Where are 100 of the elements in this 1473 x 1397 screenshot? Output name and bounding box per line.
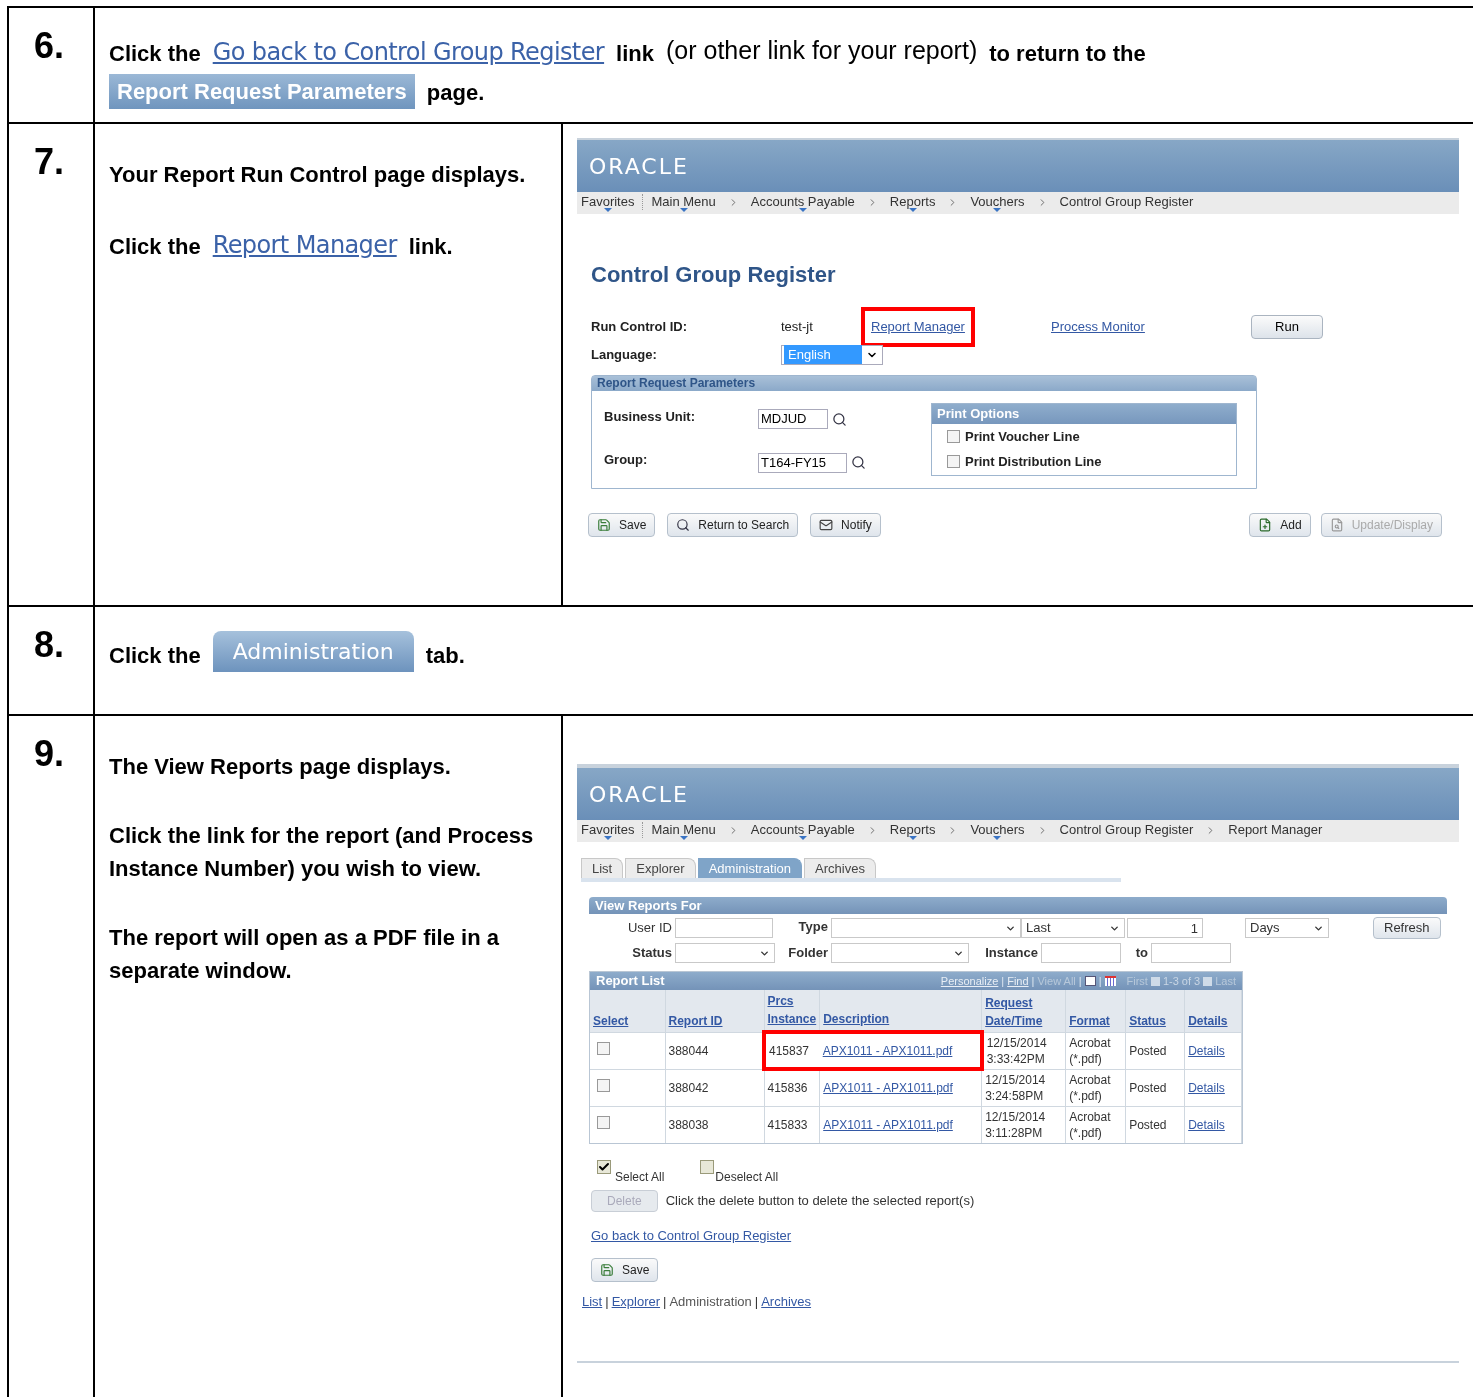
separator: | <box>1031 973 1035 989</box>
breadcrumb-item[interactable]: Reports <box>889 192 936 212</box>
checkbox[interactable] <box>700 1160 715 1174</box>
input-field[interactable]: 1 <box>1127 918 1203 938</box>
run-button[interactable]: Run <box>1251 314 1323 339</box>
link[interactable]: Report Manager <box>212 227 397 263</box>
dropdown-icon <box>908 208 917 212</box>
checkbox-label: Print Distribution Line <box>965 453 1102 471</box>
input-field[interactable] <box>1151 943 1231 963</box>
link[interactable]: Explorer <box>611 1291 661 1311</box>
table-cell: Acrobat (*.pdf) <box>1065 1069 1126 1106</box>
column-header[interactable]: Request Date/Time <box>981 990 1066 1032</box>
table-cell: Acrobat (*.pdf) <box>1065 1106 1126 1143</box>
breadcrumb-item[interactable]: Control Group Register <box>1059 192 1194 212</box>
input-field[interactable]: MDJUD <box>758 409 828 430</box>
first-label: First <box>1126 973 1148 989</box>
breadcrumb-item[interactable]: Accounts Payable <box>750 192 855 212</box>
dropdown[interactable]: Last <box>1021 918 1125 938</box>
page-title: Control Group Register <box>591 261 837 289</box>
checkbox-label: Print Voucher Line <box>965 427 1080 446</box>
separator: | <box>754 1292 759 1311</box>
instruction-text: link. <box>408 233 453 261</box>
column-header[interactable]: Details <box>1184 990 1242 1032</box>
breadcrumb-item[interactable]: Vouchers <box>970 820 1025 840</box>
instruction-text: The View Reports page displays. <box>109 753 451 781</box>
column-header[interactable]: Report ID <box>665 990 764 1032</box>
step-number: 9. <box>34 733 65 774</box>
toolbar-button[interactable]: Save <box>588 512 656 537</box>
toolbar-button[interactable]: Add <box>1249 512 1311 537</box>
logo: ORACLE <box>589 152 689 181</box>
link[interactable]: APX1011 - APX1011.pdf <box>823 1117 953 1132</box>
table-cell: Posted <box>1125 1106 1185 1143</box>
field-label: Folder <box>787 944 829 963</box>
link[interactable]: Report Manager <box>861 307 975 347</box>
table-cell: Acrobat (*.pdf) <box>1065 1032 1126 1069</box>
column-header[interactable]: Format <box>1065 990 1126 1032</box>
instruction-text: Click the <box>109 642 201 670</box>
breadcrumb-item[interactable]: Vouchers <box>970 192 1025 212</box>
separator: | <box>663 1292 667 1311</box>
column-header[interactable]: Prcs Instance <box>764 990 820 1032</box>
link[interactable]: Details <box>1188 1043 1225 1058</box>
breadcrumb-item[interactable]: Accounts Payable <box>750 820 855 840</box>
refresh-button[interactable]: Refresh <box>1373 917 1441 939</box>
panel-header: View Reports For <box>589 897 1447 914</box>
instruction-text: Click the link for the report (and Process Instance Number) you wish to view. <box>109 822 535 883</box>
checkbox[interactable] <box>947 455 960 469</box>
checkbox-label: Deselect All <box>715 1169 779 1186</box>
grid-title: Report List <box>596 972 665 991</box>
checkbox[interactable] <box>597 1078 610 1092</box>
checkbox[interactable] <box>597 1160 611 1174</box>
instruction-text: link <box>616 39 654 68</box>
checkbox[interactable] <box>947 429 960 443</box>
zoom-icon[interactable] <box>1084 976 1096 986</box>
breadcrumb-item[interactable]: Favorites <box>581 820 635 840</box>
link[interactable]: APX1011 - APX1011.pdf <box>823 1081 953 1096</box>
save-icon <box>600 1262 614 1277</box>
dropdown-icon <box>908 836 917 840</box>
search-icon[interactable] <box>831 411 847 427</box>
dropdown-icon <box>798 836 807 840</box>
link[interactable]: Go back to Control Group Register <box>212 33 605 70</box>
breadcrumb-item[interactable]: Main Menu <box>651 192 716 212</box>
breadcrumb-item[interactable]: Control Group Register <box>1059 820 1194 840</box>
input-field[interactable] <box>675 918 773 938</box>
tab[interactable]: Explorer <box>625 858 696 878</box>
breadcrumb-item[interactable]: Report Manager <box>1228 820 1323 840</box>
column-header[interactable]: Status <box>1125 990 1185 1032</box>
dropdown-icon <box>603 208 612 212</box>
link[interactable]: Archives <box>761 1291 812 1311</box>
dropdown[interactable]: Days <box>1245 918 1329 938</box>
instruction-text: to return to the <box>989 39 1146 68</box>
field-label: Language: <box>591 345 658 364</box>
link[interactable]: Go back to Control Group Register <box>591 1226 1445 1246</box>
table-cell: 388044 <box>665 1032 764 1069</box>
download-icon[interactable] <box>1104 976 1116 986</box>
logo: ORACLE <box>589 780 689 809</box>
tab[interactable]: Archives <box>804 858 876 878</box>
toolbar-button[interactable]: Save <box>591 1257 659 1282</box>
breadcrumb-item[interactable]: Main Menu <box>651 820 716 840</box>
column-header[interactable]: Description <box>819 990 982 1032</box>
toolbar-button[interactable]: Notify <box>810 512 881 537</box>
search-icon[interactable] <box>851 455 867 471</box>
breadcrumb-item[interactable]: Favorites <box>581 192 635 212</box>
field-label: Status <box>631 944 673 963</box>
checkbox[interactable] <box>597 1115 610 1129</box>
range-label: 1-3 of 3 <box>1162 973 1201 989</box>
link[interactable]: List <box>582 1291 603 1311</box>
checkbox[interactable] <box>597 1041 610 1055</box>
link[interactable]: Process Monitor <box>1041 307 1155 347</box>
column-header[interactable]: Select <box>590 990 665 1032</box>
breadcrumb-item[interactable]: Reports <box>889 820 936 840</box>
input-field[interactable]: T164-FY15 <box>758 452 848 473</box>
checkbox-label: Select All <box>615 1169 665 1186</box>
link[interactable]: Details <box>1188 1080 1225 1095</box>
link[interactable]: Details <box>1188 1117 1225 1132</box>
separator: | <box>605 1292 609 1311</box>
tab[interactable]: List <box>581 858 624 878</box>
table-cell: 415833 <box>764 1106 820 1143</box>
input-field[interactable] <box>1041 943 1121 963</box>
step-number: 8. <box>34 624 65 665</box>
toolbar-button[interactable]: Return to Search <box>667 512 799 537</box>
